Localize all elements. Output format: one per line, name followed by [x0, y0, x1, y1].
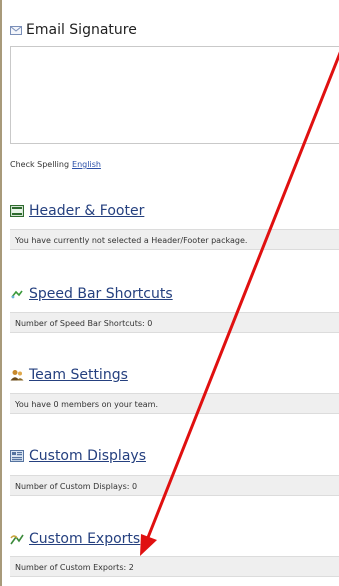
- email-signature-input[interactable]: [10, 46, 339, 144]
- custom-exports-section-title: Custom Exports: [10, 531, 140, 547]
- speed-bar-section-title: Speed Bar Shortcuts: [10, 286, 173, 302]
- team-settings-link[interactable]: Team Settings: [29, 367, 128, 383]
- custom-displays-link[interactable]: Custom Displays: [29, 448, 146, 464]
- email-signature-header: Email Signature: [10, 22, 137, 38]
- speed-bar-link[interactable]: Speed Bar Shortcuts: [29, 286, 173, 302]
- team-settings-info: You have 0 members on your team.: [10, 393, 339, 414]
- settings-panel: Email Signature Check Spelling English He…: [0, 0, 339, 586]
- custom-exports-icon: [10, 534, 24, 545]
- team-settings-section-title: Team Settings: [10, 367, 128, 383]
- check-spelling-label: Check Spelling: [10, 160, 70, 169]
- email-signature-title: Email Signature: [26, 22, 137, 38]
- team-icon: [10, 370, 24, 381]
- speed-bar-info: Number of Speed Bar Shortcuts: 0: [10, 312, 339, 333]
- spelling-language-link[interactable]: English: [72, 160, 101, 169]
- custom-exports-info: Number of Custom Exports: 2: [10, 556, 339, 577]
- custom-displays-icon: [10, 450, 24, 462]
- header-footer-info: You have currently not selected a Header…: [10, 229, 339, 250]
- check-spelling-row: Check Spelling English: [10, 160, 101, 169]
- annotation-arrowhead: [140, 534, 157, 556]
- custom-exports-link[interactable]: Custom Exports: [29, 531, 140, 547]
- custom-displays-section-title: Custom Displays: [10, 448, 146, 464]
- speed-bar-icon: [11, 290, 23, 299]
- envelope-icon: [10, 25, 22, 35]
- header-footer-icon: [10, 205, 24, 217]
- header-footer-link[interactable]: Header & Footer: [29, 203, 144, 219]
- panel-left-border: [0, 0, 2, 586]
- header-footer-section-title: Header & Footer: [10, 203, 144, 219]
- custom-displays-info: Number of Custom Displays: 0: [10, 475, 339, 496]
